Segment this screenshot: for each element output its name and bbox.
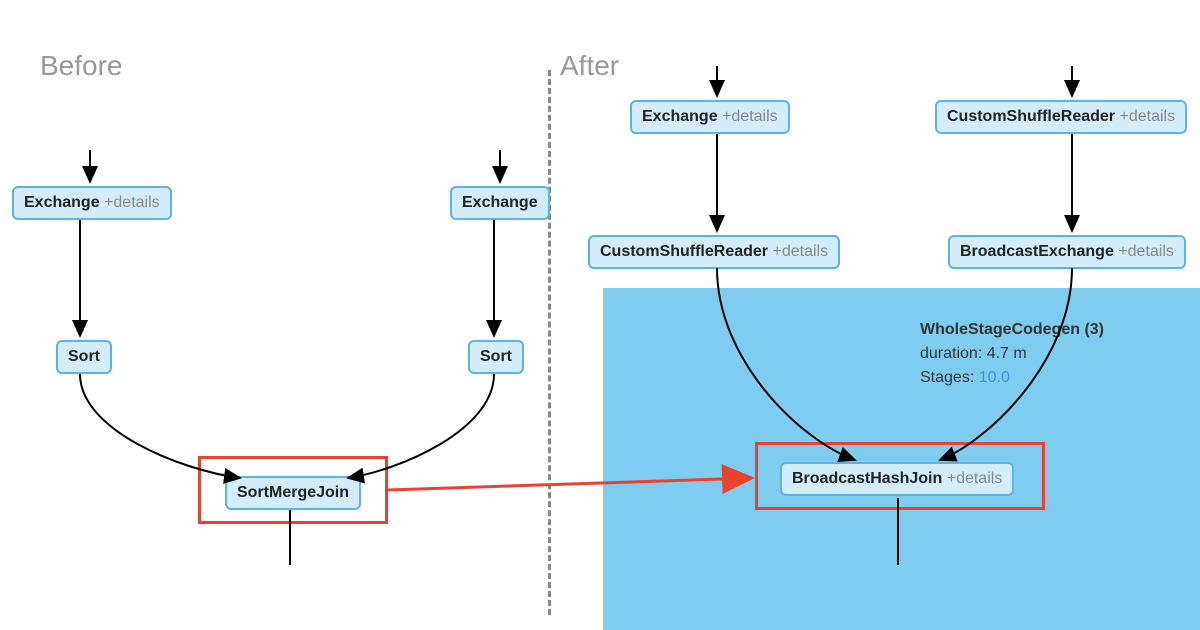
node-sort-right: Sort (468, 340, 524, 374)
node-broadcastexchange: BroadcastExchange +details (948, 235, 1186, 269)
section-title-before: Before (40, 50, 123, 82)
node-label: Exchange (24, 194, 100, 211)
highlight-after-join (755, 442, 1045, 510)
node-customshufflereader-left: CustomShuffleReader +details (588, 235, 840, 269)
node-label: Sort (68, 348, 100, 365)
node-details[interactable]: +details (104, 194, 160, 211)
node-exchange-left: Exchange +details (12, 186, 172, 220)
stage-title: WholeStageCodegen (3) (920, 318, 1104, 342)
node-details[interactable]: +details (1119, 108, 1175, 125)
stage-duration: duration: 4.7 m (920, 342, 1104, 366)
node-label: CustomShuffleReader (600, 243, 768, 260)
node-details[interactable]: +details (772, 243, 828, 260)
node-sort-left: Sort (56, 340, 112, 374)
node-details[interactable]: +details (1118, 243, 1174, 260)
vertical-divider (548, 70, 551, 615)
node-exchange-right: Exchange (450, 186, 550, 220)
section-title-after: After (560, 50, 619, 82)
node-label: CustomShuffleReader (947, 108, 1115, 125)
highlight-before-join (198, 456, 388, 524)
node-details[interactable]: +details (722, 108, 778, 125)
node-customshufflereader-top: CustomShuffleReader +details (935, 100, 1187, 134)
node-label: Exchange (462, 194, 538, 211)
node-exchange-after: Exchange +details (630, 100, 790, 134)
node-label: BroadcastExchange (960, 243, 1114, 260)
stage-stages-label: Stages: (920, 369, 979, 386)
stage-stages: Stages: 10.0 (920, 366, 1104, 390)
node-label: Exchange (642, 108, 718, 125)
stage-info: WholeStageCodegen (3) duration: 4.7 m St… (920, 318, 1104, 390)
node-label: Sort (480, 348, 512, 365)
stage-stages-link[interactable]: 10.0 (979, 369, 1010, 386)
